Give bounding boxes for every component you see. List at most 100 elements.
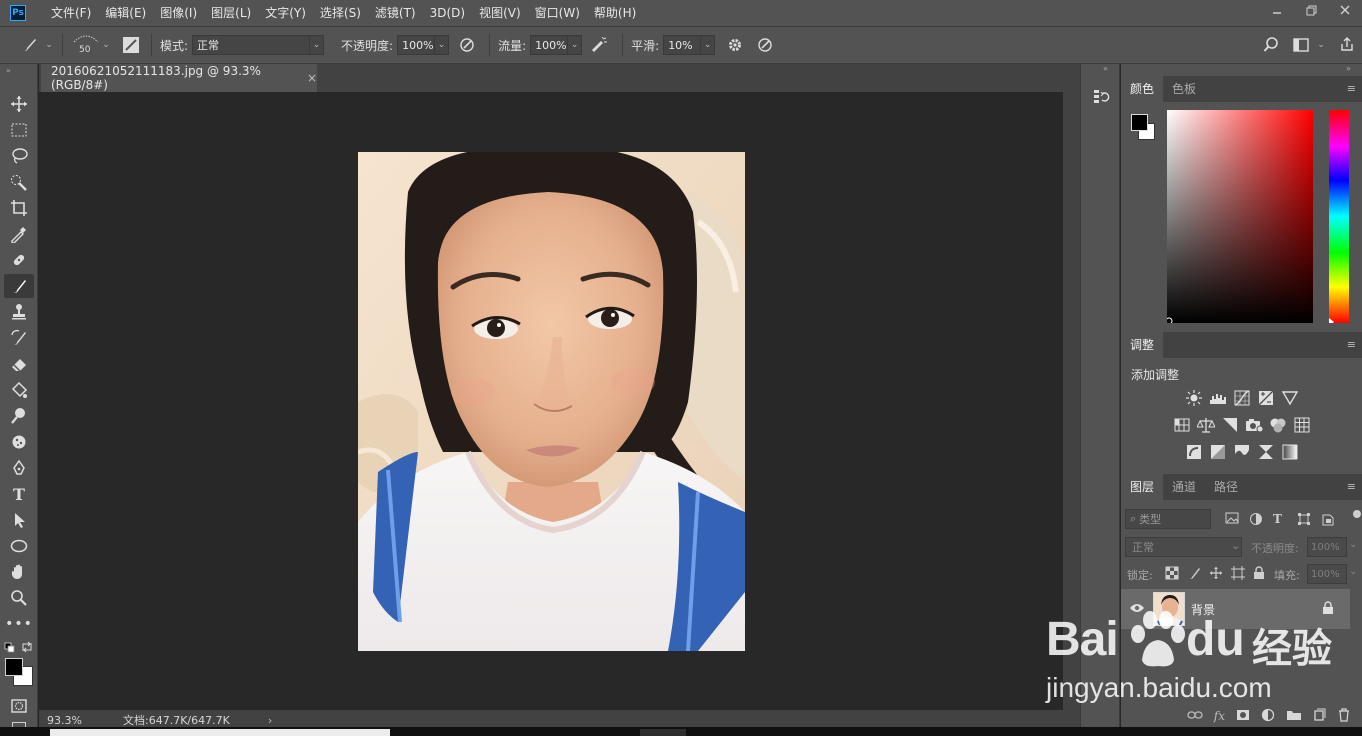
gradient-map-icon[interactable] — [1281, 443, 1299, 461]
crop-tool-icon[interactable] — [4, 196, 34, 220]
layer-style-fx-icon[interactable]: fx — [1214, 709, 1225, 723]
tab-channels[interactable]: 通道 — [1163, 474, 1205, 500]
layers-panel-menu-icon[interactable]: ≡ — [1347, 480, 1356, 493]
pressure-opacity-icon[interactable] — [453, 37, 481, 53]
menu-help[interactable]: 帮助(H) — [587, 0, 643, 26]
hue-saturation-icon[interactable] — [1173, 416, 1191, 434]
opacity-input[interactable]: 100% — [397, 35, 436, 55]
ellipse-tool-icon[interactable] — [4, 534, 34, 558]
threshold-icon[interactable] — [1233, 443, 1251, 461]
tab-adjustments[interactable]: 调整 — [1121, 332, 1164, 358]
layer-name[interactable]: 背景 — [1191, 601, 1215, 618]
lock-transparent-icon[interactable] — [1165, 566, 1179, 583]
brush-size-picker[interactable]: 50 — [71, 30, 101, 60]
smoothing-settings-gear-icon[interactable] — [721, 37, 749, 53]
menu-window[interactable]: 窗口(W) — [528, 0, 587, 26]
search-icon[interactable] — [1262, 36, 1280, 54]
invert-icon[interactable] — [1185, 443, 1203, 461]
vertical-scrollbar[interactable] — [1063, 92, 1080, 710]
healing-brush-tool-icon[interactable] — [4, 248, 34, 272]
workspace-icon[interactable] — [1292, 36, 1310, 54]
more-tools-icon[interactable]: ••• — [4, 612, 34, 636]
add-mask-icon[interactable] — [1236, 709, 1250, 724]
mode-select[interactable]: 正常 — [192, 35, 311, 55]
move-tool-icon[interactable] — [4, 92, 34, 116]
color-balance-icon[interactable] — [1196, 416, 1215, 434]
expand-dock-icon[interactable]: « — [1103, 64, 1108, 73]
pressure-size-icon[interactable] — [751, 37, 779, 53]
collapse-toolbar-icon[interactable]: » — [6, 66, 11, 75]
taskbar-item[interactable] — [50, 729, 390, 736]
filter-type-icon[interactable]: T — [1273, 512, 1289, 526]
menu-image[interactable]: 图像(I) — [153, 0, 204, 26]
lock-artboard-icon[interactable] — [1231, 566, 1245, 583]
brush-tool-preset-icon[interactable] — [14, 36, 44, 54]
color-lookup-icon[interactable] — [1293, 416, 1311, 434]
menu-type[interactable]: 文字(Y) — [258, 0, 313, 26]
lock-all-icon[interactable] — [1253, 566, 1265, 583]
curves-icon[interactable] — [1233, 389, 1251, 407]
blur-tool-icon[interactable] — [4, 430, 34, 454]
smoothing-input[interactable]: 10% — [663, 35, 702, 55]
canvas-photo[interactable] — [358, 152, 745, 651]
brush-picker-dropdown-icon[interactable]: ⌄ — [101, 40, 111, 50]
lasso-tool-icon[interactable] — [4, 144, 34, 168]
layer-row-background[interactable]: 背景 — [1121, 589, 1350, 629]
menu-3d[interactable]: 3D(D) — [423, 0, 472, 26]
flow-dropdown-icon[interactable]: ⌄ — [568, 35, 583, 55]
exposure-icon[interactable] — [1257, 389, 1275, 407]
layer-opacity-input[interactable]: 100% — [1307, 537, 1347, 557]
marquee-tool-icon[interactable] — [4, 118, 34, 142]
opacity-dropdown-icon[interactable]: ⌄ — [435, 35, 450, 55]
tab-color[interactable]: 颜色 — [1121, 76, 1164, 102]
filter-pixel-icon[interactable] — [1225, 512, 1241, 526]
color-panel-menu-icon[interactable]: ≡ — [1347, 82, 1356, 95]
levels-icon[interactable] — [1209, 389, 1227, 407]
share-icon[interactable] — [1338, 35, 1356, 53]
document-tab[interactable]: 20160621052111183.jpg @ 93.3%(RGB/8#) × — [41, 64, 317, 92]
minimize-icon[interactable] — [1260, 0, 1294, 20]
filter-adjustment-icon[interactable] — [1249, 512, 1265, 526]
dodge-tool-icon[interactable] — [4, 404, 34, 428]
layer-opacity-dropdown-icon[interactable]: ⌄ — [1349, 539, 1357, 550]
airbrush-icon[interactable] — [584, 37, 614, 53]
color-panel-foreground-swatch[interactable] — [1131, 114, 1148, 131]
foreground-color-swatch[interactable] — [5, 658, 23, 676]
delete-layer-icon[interactable] — [1338, 707, 1350, 725]
filter-shape-icon[interactable] — [1297, 512, 1313, 526]
close-tab-icon[interactable]: × — [307, 71, 317, 85]
brush-tool-icon[interactable] — [4, 274, 34, 298]
adjustments-panel-menu-icon[interactable]: ≡ — [1347, 338, 1356, 351]
eyedropper-tool-icon[interactable] — [4, 222, 34, 246]
path-selection-tool-icon[interactable] — [4, 508, 34, 532]
new-adjustment-layer-icon[interactable] — [1261, 708, 1275, 725]
link-layers-icon[interactable] — [1187, 709, 1203, 723]
close-icon[interactable] — [1328, 0, 1362, 20]
vibrance-icon[interactable] — [1281, 389, 1299, 407]
brightness-icon[interactable] — [1185, 389, 1203, 407]
fill-input[interactable]: 100% — [1307, 564, 1347, 584]
tab-layers[interactable]: 图层 — [1121, 474, 1164, 500]
history-panel-icon[interactable] — [1092, 88, 1110, 109]
lock-image-icon[interactable] — [1187, 566, 1201, 583]
eraser-tool-icon[interactable] — [4, 352, 34, 376]
menu-layer[interactable]: 图层(L) — [204, 0, 258, 26]
status-menu-arrow-icon[interactable]: › — [268, 714, 272, 727]
taskbar-item-active[interactable] — [640, 729, 686, 736]
blend-mode-select[interactable]: 正常 — [1125, 537, 1242, 557]
menu-filter[interactable]: 滤镜(T) — [368, 0, 423, 26]
menu-view[interactable]: 视图(V) — [472, 0, 528, 26]
posterize-icon[interactable] — [1209, 443, 1227, 461]
new-group-icon[interactable] — [1286, 709, 1302, 724]
restore-icon[interactable] — [1294, 0, 1328, 20]
workspace-dropdown-icon[interactable]: ⌄ — [1316, 36, 1326, 54]
menu-file[interactable]: 文件(F) — [44, 0, 98, 26]
quick-selection-tool-icon[interactable] — [4, 170, 34, 194]
black-white-icon[interactable] — [1221, 416, 1239, 434]
new-layer-icon[interactable] — [1313, 708, 1327, 725]
layer-visibility-eye-icon[interactable] — [1129, 602, 1145, 617]
selective-color-icon[interactable] — [1257, 443, 1275, 461]
paint-bucket-tool-icon[interactable] — [4, 378, 34, 402]
flow-input[interactable]: 100% — [530, 35, 569, 55]
zoom-tool-icon[interactable] — [4, 586, 34, 610]
